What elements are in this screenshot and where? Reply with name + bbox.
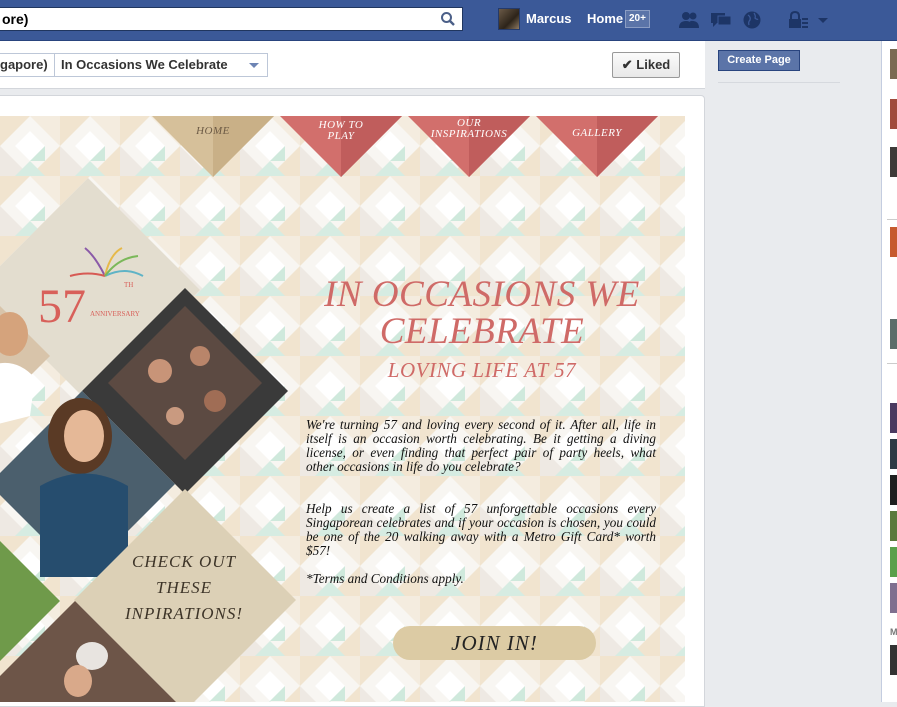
chat-contact-thumb[interactable] xyxy=(890,227,897,257)
nav-gallery-label[interactable]: GALLERY xyxy=(556,128,638,139)
breadcrumb-previous[interactable]: gapore) xyxy=(0,53,55,77)
nav-our-inspirations-label[interactable]: OUR INSPIRATIONS xyxy=(426,118,512,140)
checkmark-icon: ✔ xyxy=(621,57,633,72)
search-input[interactable] xyxy=(0,8,422,30)
join-in-button[interactable]: JOIN IN! xyxy=(393,626,596,660)
page-selector-dropdown[interactable]: In Occasions We Celebrate xyxy=(54,53,268,77)
anniversary-number: 57 xyxy=(38,280,86,333)
home-link[interactable]: Home xyxy=(587,11,623,26)
chat-section-letter: M xyxy=(890,627,897,637)
profile-link[interactable]: Marcus xyxy=(526,11,572,26)
chat-contact-thumb[interactable] xyxy=(890,475,897,505)
chat-sidebar: M xyxy=(881,41,897,702)
chevron-down-icon xyxy=(249,63,259,68)
chat-contact-thumb[interactable] xyxy=(890,147,897,177)
campaign-subtitle: LOVING LIFE AT 57 xyxy=(387,358,577,382)
check-out-inspirations-link[interactable]: CHECK OUT THESE INPIRATIONS! xyxy=(113,549,255,627)
nav-home-label[interactable]: HOME xyxy=(170,126,256,137)
page-selector-label: In Occasions We Celebrate xyxy=(61,57,228,72)
privacy-lock-icon[interactable] xyxy=(787,10,809,30)
search-icon[interactable] xyxy=(440,11,456,27)
diamond-pattern-background xyxy=(0,116,685,702)
chat-contact-thumb[interactable] xyxy=(890,645,897,675)
home-count-badge: 20+ xyxy=(625,10,650,28)
user-avatar[interactable] xyxy=(498,8,520,30)
right-sidebar xyxy=(705,41,881,702)
chat-contact-thumb[interactable] xyxy=(890,319,897,349)
messages-icon[interactable] xyxy=(710,10,732,30)
liked-button[interactable]: ✔ Liked xyxy=(612,52,680,78)
chat-contact-thumb[interactable] xyxy=(890,403,897,433)
chat-contact-thumb[interactable] xyxy=(890,547,897,577)
nav-how-to-play-label[interactable]: HOW TO PLAY xyxy=(308,120,374,142)
campaign-title: IN OCCASIONS WE CELEBRATE xyxy=(324,274,640,352)
sidebar-divider xyxy=(718,82,840,83)
prize-paragraph: Help us create a list of 57 unforgettabl… xyxy=(306,501,656,558)
chat-contact-thumb[interactable] xyxy=(890,511,897,541)
friend-requests-icon[interactable] xyxy=(678,10,700,30)
chat-contact-thumb[interactable] xyxy=(890,583,897,613)
liked-label: Liked xyxy=(636,57,671,72)
chat-contact-thumb[interactable] xyxy=(890,49,897,79)
search-box[interactable] xyxy=(0,7,463,31)
terms-note: *Terms and Conditions apply. xyxy=(306,571,464,586)
top-bar: Marcus Home 20+ xyxy=(0,0,897,41)
campaign-app-frame: HOME HOW TO PLAY OUR INSPIRATIONS GALLER… xyxy=(0,116,685,702)
create-page-button[interactable]: Create Page xyxy=(718,50,800,71)
chat-contact-thumb[interactable] xyxy=(890,439,897,469)
chat-contact-thumb[interactable] xyxy=(890,99,897,129)
anniversary-badge: 57 TH ANNIVERSARY xyxy=(38,280,148,333)
anniversary-word: ANNIVERSARY xyxy=(90,310,140,318)
intro-paragraph: We're turning 57 and loving every second… xyxy=(306,417,656,474)
anniversary-superscript: TH xyxy=(124,281,134,289)
notifications-globe-icon[interactable] xyxy=(741,10,763,30)
account-menu-chevron-icon[interactable] xyxy=(816,10,830,30)
